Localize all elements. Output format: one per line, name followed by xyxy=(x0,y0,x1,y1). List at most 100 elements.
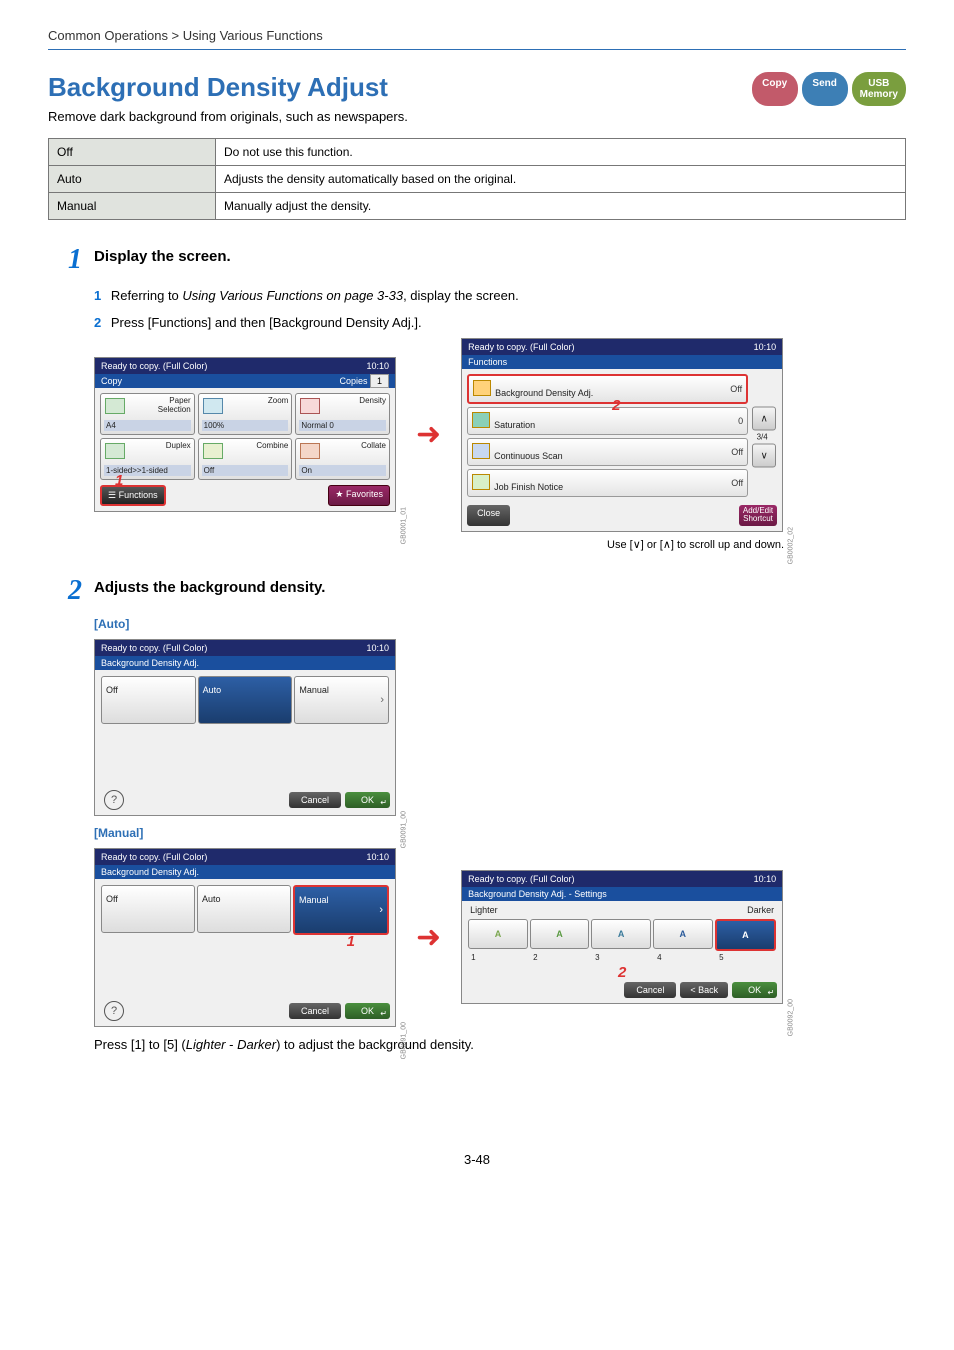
tile-combine[interactable]: CombineOff xyxy=(198,438,293,480)
callout-marker: 1 xyxy=(347,933,355,950)
func-job-finish-notice[interactable]: Job Finish NoticeOff xyxy=(467,469,748,497)
page-indicator: 3/4 xyxy=(757,433,768,442)
panel-time: 10:10 xyxy=(366,361,389,371)
job-finish-icon xyxy=(472,474,490,490)
density-level-4[interactable]: A xyxy=(653,919,713,949)
density-level-3[interactable]: A xyxy=(591,919,651,949)
screen-code: GB0002_02 xyxy=(787,527,794,564)
substep-text: Referring to xyxy=(111,288,183,303)
zoom-icon xyxy=(203,398,223,414)
close-button[interactable]: Close xyxy=(467,505,510,526)
tile-density[interactable]: DensityNormal 0 xyxy=(295,393,390,435)
tile-zoom[interactable]: Zoom100% xyxy=(198,393,293,435)
substep-text: , display the screen. xyxy=(403,288,519,303)
auto-label: [Auto] xyxy=(94,617,906,631)
pill-send: Send xyxy=(802,72,848,106)
panel-time: 10:10 xyxy=(366,643,389,653)
step-title: Display the screen. xyxy=(94,248,231,265)
bda-off-button[interactable]: Off xyxy=(101,676,196,724)
pill-usb: USB Memory xyxy=(852,72,906,106)
chevron-right-icon: › xyxy=(380,694,384,706)
panel-mode: Background Density Adj. xyxy=(101,658,199,668)
page-title: Background Density Adjust xyxy=(48,72,408,103)
bg-density-icon xyxy=(473,380,491,396)
panel-mode: Copy xyxy=(101,376,122,386)
favorites-button[interactable]: ★ Favorites xyxy=(328,485,390,506)
breadcrumb: Common Operations > Using Various Functi… xyxy=(48,28,906,50)
panel-mode: Functions xyxy=(468,357,507,367)
cancel-button[interactable]: Cancel xyxy=(289,1003,341,1019)
scroll-up-button[interactable]: ∧ xyxy=(752,407,776,431)
substep-text: Press [Functions] and then [Background D… xyxy=(111,315,422,330)
functions-list-panel: Ready to copy. (Full Color) 10:10 Functio… xyxy=(461,338,783,532)
bda-manual-button[interactable]: Manual› xyxy=(293,885,389,935)
subtitle: Remove dark background from originals, s… xyxy=(48,109,408,124)
ok-button[interactable]: OK xyxy=(345,792,390,808)
bda-settings-panel: Ready to copy. (Full Color) 10:10 Backgro… xyxy=(461,870,783,1004)
lighter-label: Lighter xyxy=(470,905,498,915)
density-level-2[interactable]: A xyxy=(530,919,590,949)
bda-auto-button[interactable]: Auto xyxy=(198,676,293,724)
continuous-scan-icon xyxy=(472,443,490,459)
back-button[interactable]: < Back xyxy=(680,982,728,998)
bda-manual-panel: Ready to copy. (Full Color)10:10 Backgro… xyxy=(94,848,396,1027)
screen-code: GB0092_00 xyxy=(787,999,794,1036)
help-icon[interactable]: ? xyxy=(104,1001,124,1021)
bda-auto-panel: Ready to copy. (Full Color) 10:10 Backgro… xyxy=(94,639,396,816)
panel-mode: Background Density Adj. xyxy=(101,867,199,877)
scale-num: 4 xyxy=(654,953,714,962)
tile-paper-selection[interactable]: Paper SelectionA4 xyxy=(100,393,195,435)
mode-pills: Copy Send USB Memory xyxy=(752,72,906,106)
func-continuous-scan[interactable]: Continuous ScanOff xyxy=(467,438,748,466)
ok-button[interactable]: OK xyxy=(345,1003,390,1019)
xref-link[interactable]: Using Various Functions on page 3-33 xyxy=(182,288,403,303)
bda-off-button[interactable]: Off xyxy=(101,885,195,933)
panel-status: Ready to copy. (Full Color) xyxy=(468,342,574,352)
panel-status: Ready to copy. (Full Color) xyxy=(101,643,207,653)
arrow-icon: ➜ xyxy=(416,417,441,452)
opt-desc: Do not use this function. xyxy=(216,139,906,166)
step-number: 1 xyxy=(48,244,82,276)
panel-status: Ready to copy. (Full Color) xyxy=(101,852,207,862)
density-icon xyxy=(300,398,320,414)
manual-label: [Manual] xyxy=(94,826,906,840)
scale-num: 3 xyxy=(592,953,652,962)
cancel-button[interactable]: Cancel xyxy=(289,792,341,808)
panel-status: Ready to copy. (Full Color) xyxy=(101,361,207,371)
chevron-right-icon: › xyxy=(379,904,383,916)
panel-status: Ready to copy. (Full Color) xyxy=(468,874,574,884)
tile-collate[interactable]: CollateOn xyxy=(295,438,390,480)
opt-name: Manual xyxy=(49,193,216,220)
scroll-down-button[interactable]: ∨ xyxy=(752,444,776,468)
panel-mode: Background Density Adj. - Settings xyxy=(468,889,607,899)
func-bg-density-adj[interactable]: Background Density Adj.Off xyxy=(467,374,748,404)
pill-copy: Copy xyxy=(752,72,798,106)
panel-time: 10:10 xyxy=(754,342,777,352)
arrow-icon: ➜ xyxy=(416,920,441,955)
scale-num: 1 xyxy=(468,953,528,962)
screen-code: GB0091_00 xyxy=(400,811,407,848)
func-saturation[interactable]: Saturation0 xyxy=(467,407,748,435)
substep-number: 2 xyxy=(94,315,101,330)
scroll-note: Use [∨] or [∧] to scroll up and down. xyxy=(94,538,784,551)
functions-button[interactable]: ☰ Functions xyxy=(100,485,166,506)
density-level-5[interactable]: A xyxy=(715,919,777,951)
opt-name: Off xyxy=(49,139,216,166)
substep-number: 1 xyxy=(94,288,101,303)
callout-marker: 2 xyxy=(612,397,620,414)
bda-auto-button[interactable]: Auto xyxy=(197,885,291,933)
add-edit-shortcut-button[interactable]: Add/Edit Shortcut xyxy=(739,505,777,526)
step-number: 2 xyxy=(48,575,82,607)
ok-button[interactable]: OK xyxy=(732,982,777,998)
panel-time: 10:10 xyxy=(754,874,777,884)
callout-marker: 1 xyxy=(115,472,123,489)
copies-value[interactable]: 1 xyxy=(370,374,389,388)
saturation-icon xyxy=(472,412,490,428)
scale-num: 2 xyxy=(530,953,590,962)
cancel-button[interactable]: Cancel xyxy=(624,982,676,998)
step-title: Adjusts the background density. xyxy=(94,579,325,596)
density-level-1[interactable]: A xyxy=(468,919,528,949)
bda-manual-button[interactable]: Manual› xyxy=(294,676,389,724)
combine-icon xyxy=(203,443,223,459)
help-icon[interactable]: ? xyxy=(104,790,124,810)
